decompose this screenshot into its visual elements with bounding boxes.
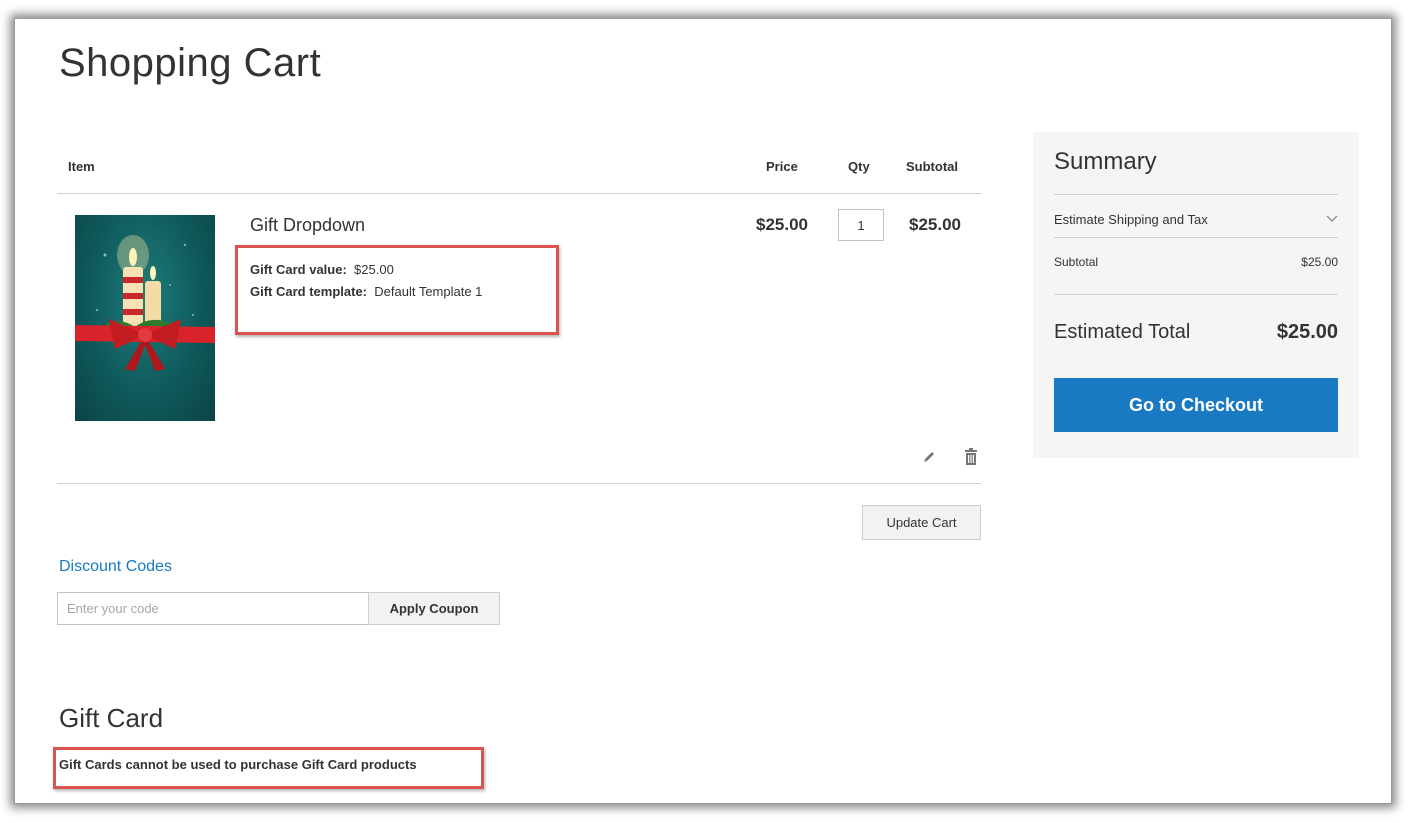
option-row: Gift Card value: $25.00 bbox=[250, 259, 482, 281]
estimated-total-row: Estimated Total $25.00 bbox=[1054, 314, 1338, 350]
estimate-shipping-toggle[interactable]: Estimate Shipping and Tax bbox=[1054, 202, 1338, 236]
summary-title: Summary bbox=[1054, 148, 1157, 175]
estimated-total-value: $25.00 bbox=[1276, 320, 1338, 343]
summary-divider bbox=[1054, 294, 1338, 295]
qty-input[interactable] bbox=[838, 209, 884, 241]
page-title: Shopping Cart bbox=[59, 41, 322, 85]
update-cart-button[interactable]: Update Cart bbox=[862, 505, 981, 540]
apply-coupon-button[interactable]: Apply Coupon bbox=[368, 592, 500, 625]
candles-illustration bbox=[75, 235, 215, 371]
chevron-down-icon bbox=[1326, 215, 1338, 222]
estimate-shipping-label: Estimate Shipping and Tax bbox=[1054, 211, 1208, 227]
summary-panel: Summary Estimate Shipping and Tax Subtot… bbox=[1033, 132, 1359, 458]
option-value: Default Template 1 bbox=[374, 284, 483, 299]
gift-card-note: Gift Cards cannot be used to purchase Gi… bbox=[59, 757, 417, 772]
subtotal-row: Subtotal $25.00 bbox=[1054, 248, 1338, 276]
option-row: Gift Card template: Default Template 1 bbox=[250, 281, 482, 303]
gift-card-title: Gift Card bbox=[59, 703, 164, 733]
subtotal-label: Subtotal bbox=[1054, 255, 1099, 269]
item-price: $25.00 bbox=[756, 215, 808, 234]
estimated-total-label: Estimated Total bbox=[1054, 320, 1191, 343]
option-value: $25.00 bbox=[354, 262, 394, 277]
go-to-checkout-button[interactable]: Go to Checkout bbox=[1054, 378, 1338, 432]
option-label: Gift Card value: bbox=[250, 262, 347, 277]
option-label: Gift Card template: bbox=[250, 284, 368, 299]
header-qty: Qty bbox=[848, 159, 870, 174]
trash-icon bbox=[965, 448, 977, 465]
product-image[interactable] bbox=[75, 215, 215, 421]
summary-divider bbox=[1054, 194, 1338, 195]
product-options: Gift Card value: $25.00 Gift Card templa… bbox=[250, 259, 482, 303]
table-divider bbox=[57, 193, 981, 194]
summary-divider bbox=[1054, 237, 1338, 238]
item-divider bbox=[57, 483, 981, 484]
discount-codes-toggle[interactable]: Discount Codes bbox=[59, 558, 172, 576]
header-subtotal: Subtotal bbox=[906, 159, 958, 174]
discount-code-input[interactable] bbox=[57, 592, 369, 625]
pencil-icon bbox=[924, 452, 934, 462]
product-name[interactable]: Gift Dropdown bbox=[250, 215, 365, 236]
delete-item-button[interactable] bbox=[961, 447, 981, 467]
header-item: Item bbox=[68, 159, 95, 174]
subtotal-value: $25.00 bbox=[1301, 255, 1338, 269]
edit-item-button[interactable] bbox=[919, 447, 939, 467]
page-frame: Shopping Cart Item Price Qty Subtotal Gi… bbox=[14, 18, 1392, 804]
item-subtotal: $25.00 bbox=[909, 215, 961, 234]
header-price: Price bbox=[766, 159, 798, 174]
